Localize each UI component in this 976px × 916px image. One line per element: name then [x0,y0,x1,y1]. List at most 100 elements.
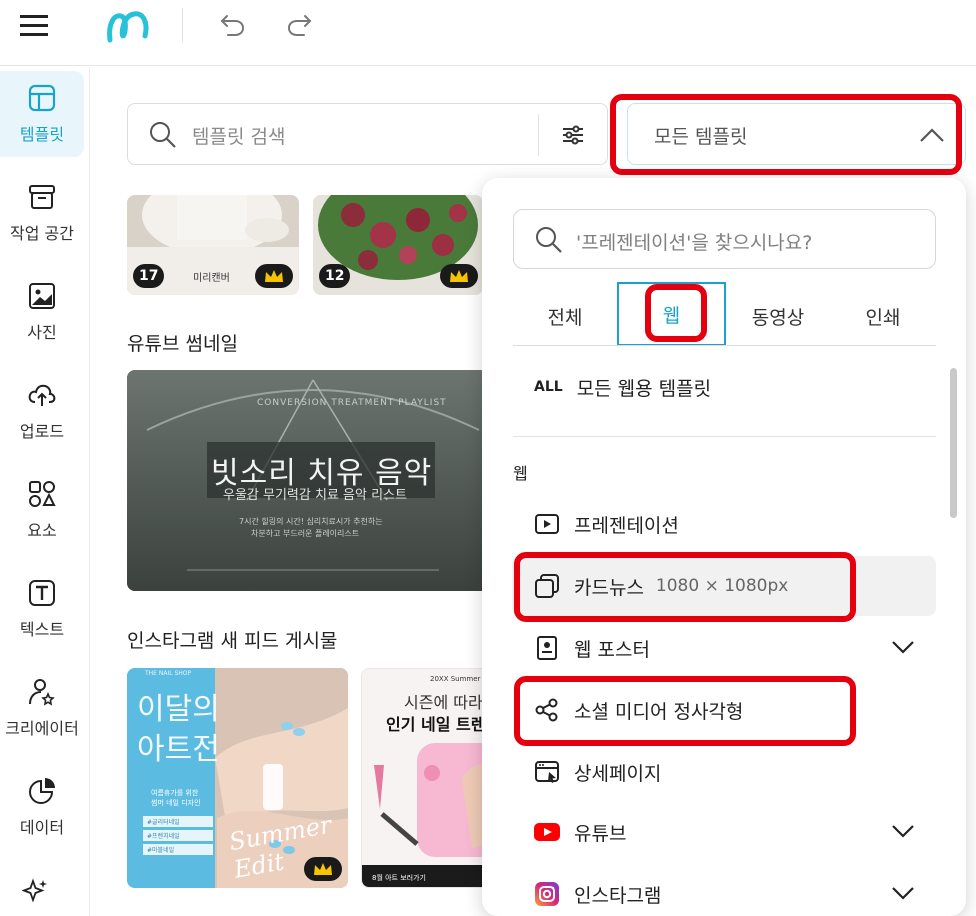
sidebar-item-workspace[interactable]: 작업 공간 [0,170,84,256]
archive-icon [29,185,55,209]
menu-icon[interactable] [18,12,52,40]
section-title-instagram: 인스타그램 새 피드 게시물 [127,630,338,652]
thumb-top-text: THE NAIL SHOP [145,670,192,677]
filter-icon[interactable] [560,122,586,148]
sidebar-item-label: 텍스트 [19,620,65,639]
menu-item-label: 인스타그램 [574,884,662,907]
template-search-input[interactable]: 템플릿 검색 [127,103,608,165]
menu-item-label: 웹 포스터 [574,638,650,661]
menu-item-label: 모든 웹용 템플릿 [576,377,712,400]
text-icon [29,580,55,606]
thumb-desc: 썸머 네일 디자인 [151,799,201,807]
youtube-icon [534,823,560,841]
menu-item-web-poster[interactable]: 웹 포스터 [512,618,936,678]
creator-icon [29,679,55,706]
image-icon [29,283,55,309]
count-badge: 17 [133,264,165,288]
category-dropdown: '프레젠테이션'을 찾으시나요? 전체 웹 동영상 인쇄 ALL 모든 웹용 템… [482,178,966,916]
sidebar-item-label: 크리에이터 [5,719,79,738]
chevron-up-icon [920,128,944,142]
category-search-placeholder: '프레젠테이션'을 찾으시나요? [576,232,813,254]
search-divider [538,114,539,156]
tab-video[interactable]: 동영상 [726,288,830,344]
sidebar-item-templates[interactable]: 템플릿 [0,71,84,157]
share-icon [535,698,558,722]
thumb-desc: 7시간 힐링의 시간! 심리치료시가 추천하는 [239,517,383,526]
thumb-tag: #마블네일 [143,844,213,855]
thumb-tag: #글리터네일 [143,816,213,827]
search-placeholder: 템플릿 검색 [192,126,286,148]
category-select[interactable]: 모든 템플릿 [627,103,966,165]
menu-item-label: 소셜 미디어 정사각형 [574,700,744,723]
thumb-subtitle: 우울감 무기력감 치료 음악 리스트 [223,488,407,503]
search-icon [150,122,176,148]
template-thumb[interactable]: 12 [313,195,483,295]
menu-item-label: 프레젠테이션 [574,514,679,537]
menu-item-presentation[interactable]: 프레젠테이션 [512,494,936,554]
chevron-down-icon[interactable] [890,882,916,904]
copy-icon [535,574,559,598]
count-badge: 12 [319,264,351,288]
menu-item-social-square[interactable]: 소셜 미디어 정사각형 [512,680,936,740]
menu-item-all-web[interactable]: ALL 모든 웹용 템플릿 [512,357,936,417]
sidebar-item-data[interactable]: 데이터 [0,764,84,850]
toolbar-divider [182,8,183,42]
menu-item-detail-page[interactable]: 상세페이지 [512,742,936,802]
all-label: ALL [534,379,563,395]
menu-item-youtube[interactable]: 유튜브 [512,802,936,862]
instagram-icon [535,882,559,906]
tab-print[interactable]: 인쇄 [830,288,936,344]
dropdown-scrollbar[interactable] [950,368,957,518]
top-bar [0,0,976,66]
chart-icon [29,778,55,804]
sidebar-item-label: 데이터 [19,818,65,837]
poster-icon [537,636,557,660]
template-thumb[interactable]: 17 미리캔버 [127,195,299,295]
menu-item-size: 1080 × 1080px [655,576,789,596]
sidebar-item-upload[interactable]: 업로드 [0,368,84,454]
chevron-down-icon[interactable] [890,636,916,658]
sidebar-item-photos[interactable]: 사진 [0,269,84,355]
sidebar: 템플릿 작업 공간 사진 업로드 요소 텍스트 크리에이터 데이터 [0,67,90,916]
thumb-title: 이달의 [137,692,220,727]
sparkle-icon[interactable] [22,877,50,905]
sidebar-item-text[interactable]: 텍스트 [0,566,84,652]
category-search-input[interactable]: '프레젠테이션'을 찾으시나요? [513,209,936,269]
search-icon [536,227,562,253]
crown-icon [265,270,283,282]
sidebar-item-elements[interactable]: 요소 [0,467,84,553]
group-label: 웹 [513,464,528,483]
sidebar-item-creator[interactable]: 크리에이터 [0,665,84,751]
chevron-down-icon[interactable] [890,820,916,842]
menu-item-card-news[interactable]: 카드뉴스 1080 × 1080px [512,556,936,616]
thumb-title: 아트전 [137,732,220,767]
logo-icon[interactable] [104,6,156,44]
redo-icon[interactable] [284,10,314,38]
premium-badge [255,264,293,288]
menu-item-label: 유튜브 [574,822,627,845]
section-title-youtube: 유튜브 썸네일 [127,333,238,355]
sidebar-item-label: 요소 [27,521,57,540]
crown-icon [450,270,468,282]
premium-badge [304,857,342,881]
tab-label: 인쇄 [865,306,901,329]
tab-label: 전체 [547,306,583,329]
thumb-title: 인기 네일 트렌 [386,715,486,734]
menu-item-instagram[interactable]: 인스타그램 [512,864,936,916]
tab-web[interactable]: 웹 [617,282,726,346]
sidebar-item-label: 사진 [27,323,57,342]
sidebar-item-label: 템플릿 [19,125,65,144]
undo-icon[interactable] [218,10,248,38]
instagram-thumb[interactable]: THE NAIL SHOP 이달의 아트전 여름휴가를 위한 썸머 네일 디자인… [127,668,348,888]
youtube-thumb[interactable]: CONVERSION TREATMENT PLAYLIST 빗소리 치유 음악 … [127,370,499,591]
thumb-desc: 여름휴가를 위한 [151,789,199,797]
thumb-tag: #프렌치네일 [143,830,213,841]
tab-underline [513,345,936,346]
tab-label: 웹 [662,304,681,327]
play-icon [535,514,559,534]
menu-divider [513,436,936,437]
crown-icon [314,863,332,875]
category-select-value: 모든 템플릿 [654,126,748,148]
tab-all[interactable]: 전체 [513,288,617,344]
thumb-desc: 차분하고 부드러운 플레이리스트 [251,529,360,538]
